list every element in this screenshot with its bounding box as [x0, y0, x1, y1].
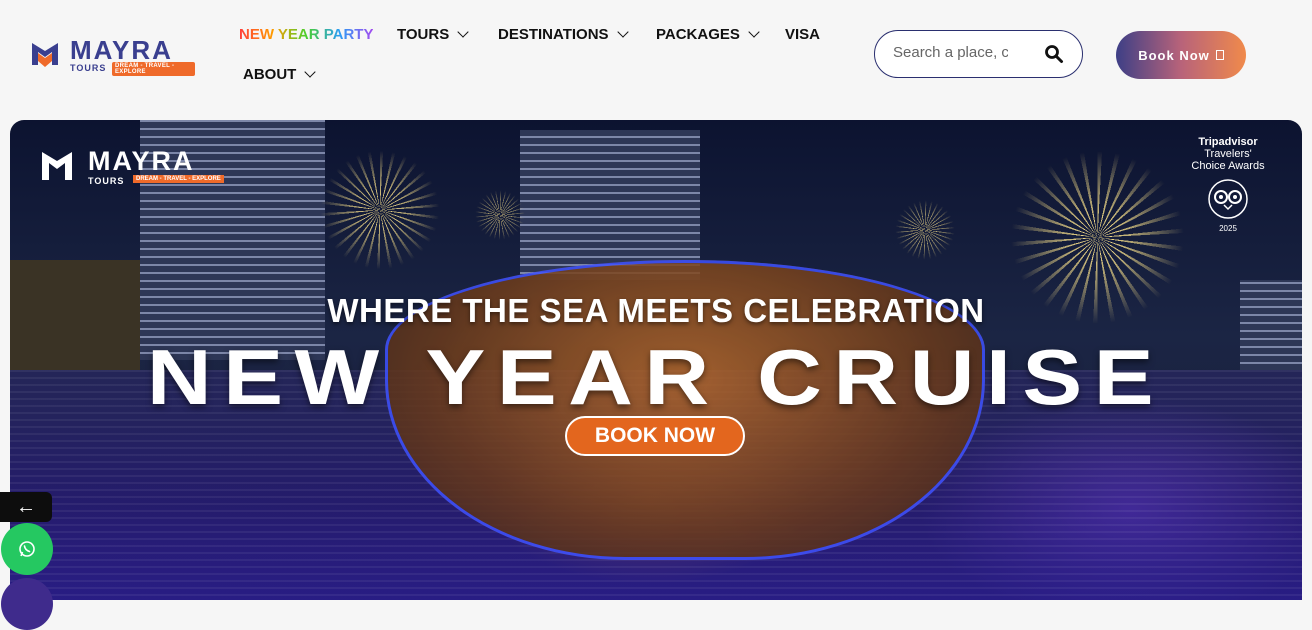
call-button[interactable]	[1, 578, 53, 630]
search-box	[874, 30, 1083, 78]
nav-label: NEW YEAR PARTY	[239, 26, 374, 43]
nav-label: DESTINATIONS	[498, 26, 609, 43]
firework-image	[895, 200, 955, 260]
nav-visa[interactable]: VISA	[785, 26, 820, 43]
logo-mark-icon	[42, 152, 72, 180]
search-input[interactable]	[891, 43, 1010, 62]
logo-mark-icon	[32, 43, 58, 67]
hero-headline: NEW YEAR CRUISE	[146, 333, 1166, 421]
hero-brand-sub: TOURS	[88, 176, 125, 186]
whatsapp-button[interactable]	[1, 523, 53, 575]
nav-label: PACKAGES	[656, 26, 740, 43]
award-year: 2025	[1219, 224, 1237, 233]
nav-label: VISA	[785, 26, 821, 43]
brand-logo[interactable]: MAYRA TOURS DREAM - TRAVEL - EXPLORE	[30, 36, 195, 76]
brand-sub: TOURS	[70, 63, 107, 73]
chevron-down-icon	[304, 66, 316, 78]
hero-book-now-button[interactable]: BOOK NOW	[565, 416, 745, 456]
brand-name: MAYRA	[70, 35, 173, 65]
external-icon	[1215, 50, 1224, 60]
nav-label: ABOUT	[243, 66, 297, 83]
chevron-down-icon	[616, 26, 629, 38]
slider-prev-button[interactable]: ←	[0, 492, 52, 522]
nav-destinations[interactable]: DESTINATIONS	[498, 26, 629, 43]
nav-label: TOURS	[397, 26, 450, 43]
award-line: Choice Awards	[1191, 160, 1265, 172]
hero-brand-tagline: DREAM - TRAVEL - EXPLORE	[133, 175, 224, 183]
arrow-left-icon: ←	[16, 495, 36, 518]
tripadvisor-owl-icon	[1208, 179, 1248, 219]
hero-banner[interactable]: MAYRA TOURS DREAM - TRAVEL - EXPLORE Tri…	[10, 120, 1302, 600]
hero-tagline: WHERE THE SEA MEETS CELEBRATION	[327, 292, 985, 329]
chevron-down-icon	[457, 26, 469, 38]
search-icon[interactable]	[1044, 44, 1064, 64]
building-image	[520, 130, 700, 280]
nav-packages[interactable]: PACKAGES	[656, 26, 760, 43]
hero-brand-name: MAYRA	[88, 146, 195, 176]
brand-tagline: DREAM - TRAVEL - EXPLORE	[112, 62, 195, 76]
nav-new-year-party[interactable]: NEW YEAR PARTY	[239, 26, 373, 43]
book-now-label: Book Now	[1138, 47, 1210, 63]
award-line: Travelers'	[1204, 148, 1252, 160]
tripadvisor-award: Tripadvisor Travelers' Choice Awards 202…	[1180, 136, 1276, 235]
book-now-button[interactable]: Book Now	[1116, 31, 1246, 79]
firework-image	[320, 150, 440, 270]
chevron-down-icon	[748, 26, 760, 38]
whatsapp-icon	[19, 541, 35, 557]
firework-image	[475, 190, 525, 240]
award-line: Tripadvisor	[1198, 136, 1258, 148]
nav-tours[interactable]: TOURS	[397, 26, 469, 43]
nav-about[interactable]: ABOUT	[243, 66, 316, 83]
